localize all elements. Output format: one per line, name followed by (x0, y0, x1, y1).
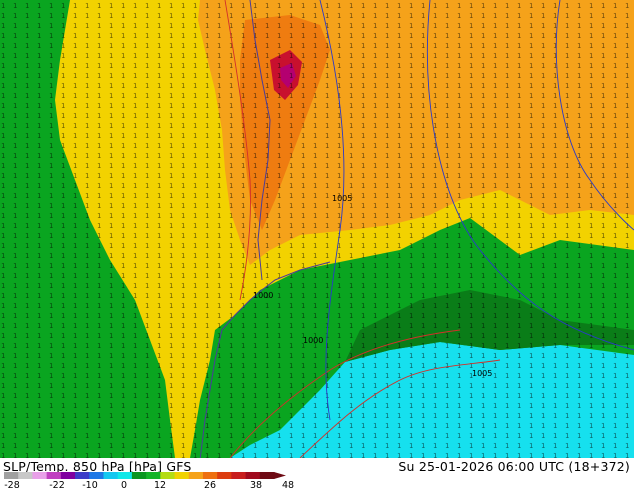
colorbar-tick: 26 (203, 480, 217, 491)
map-canvas: 1 1000 1005 1005 1000 (0, 0, 634, 458)
colorbar-tick: 12 (153, 480, 167, 491)
colorbar-arrow (274, 472, 286, 479)
pressure-label: 1005 (332, 194, 352, 203)
colorbar-swatch (75, 472, 90, 479)
footer: SLP/Temp. 850 hPa [hPa] GFS Su 25-01-202… (0, 458, 634, 491)
colorbar-swatch (217, 472, 232, 479)
colorbar-swatch (160, 472, 176, 479)
colorbar-swatch (89, 472, 104, 479)
colorbar-tick: -28 (4, 480, 20, 491)
colorbar-tick: -22 (49, 480, 65, 491)
colorbar-swatch (188, 472, 204, 479)
colorbar-tick: 48 (281, 480, 295, 491)
colorbar-swatch (46, 472, 62, 479)
colorbar-swatch (18, 472, 33, 479)
colorbar-swatch (4, 472, 19, 479)
colorbar-swatch (259, 472, 275, 479)
colorbar-tick: 38 (249, 480, 263, 491)
colorbar-swatch (245, 472, 261, 479)
valid-time: Su 25-01-2026 06:00 UTC (18+372) (398, 459, 630, 474)
colorbar-tick: -10 (82, 480, 98, 491)
colorbar (4, 472, 286, 479)
colorbar-swatch (146, 472, 161, 479)
pressure-label: 1000 (253, 291, 273, 300)
colorbar-swatch (60, 472, 76, 479)
colorbar-swatch (231, 472, 247, 479)
colorbar-swatch (117, 472, 133, 479)
temperature-map[interactable]: 1 1000 1005 1005 1000 (0, 0, 634, 458)
colorbar-swatch (202, 472, 218, 479)
pressure-label: 1005 (472, 369, 492, 378)
colorbar-swatch (103, 472, 119, 479)
digit-grid (0, 0, 634, 458)
colorbar-swatch (131, 472, 147, 479)
colorbar-swatch (174, 472, 190, 479)
pressure-label: 1000 (303, 336, 323, 345)
colorbar-tick: 0 (120, 480, 128, 491)
colorbar-swatch (32, 472, 48, 479)
